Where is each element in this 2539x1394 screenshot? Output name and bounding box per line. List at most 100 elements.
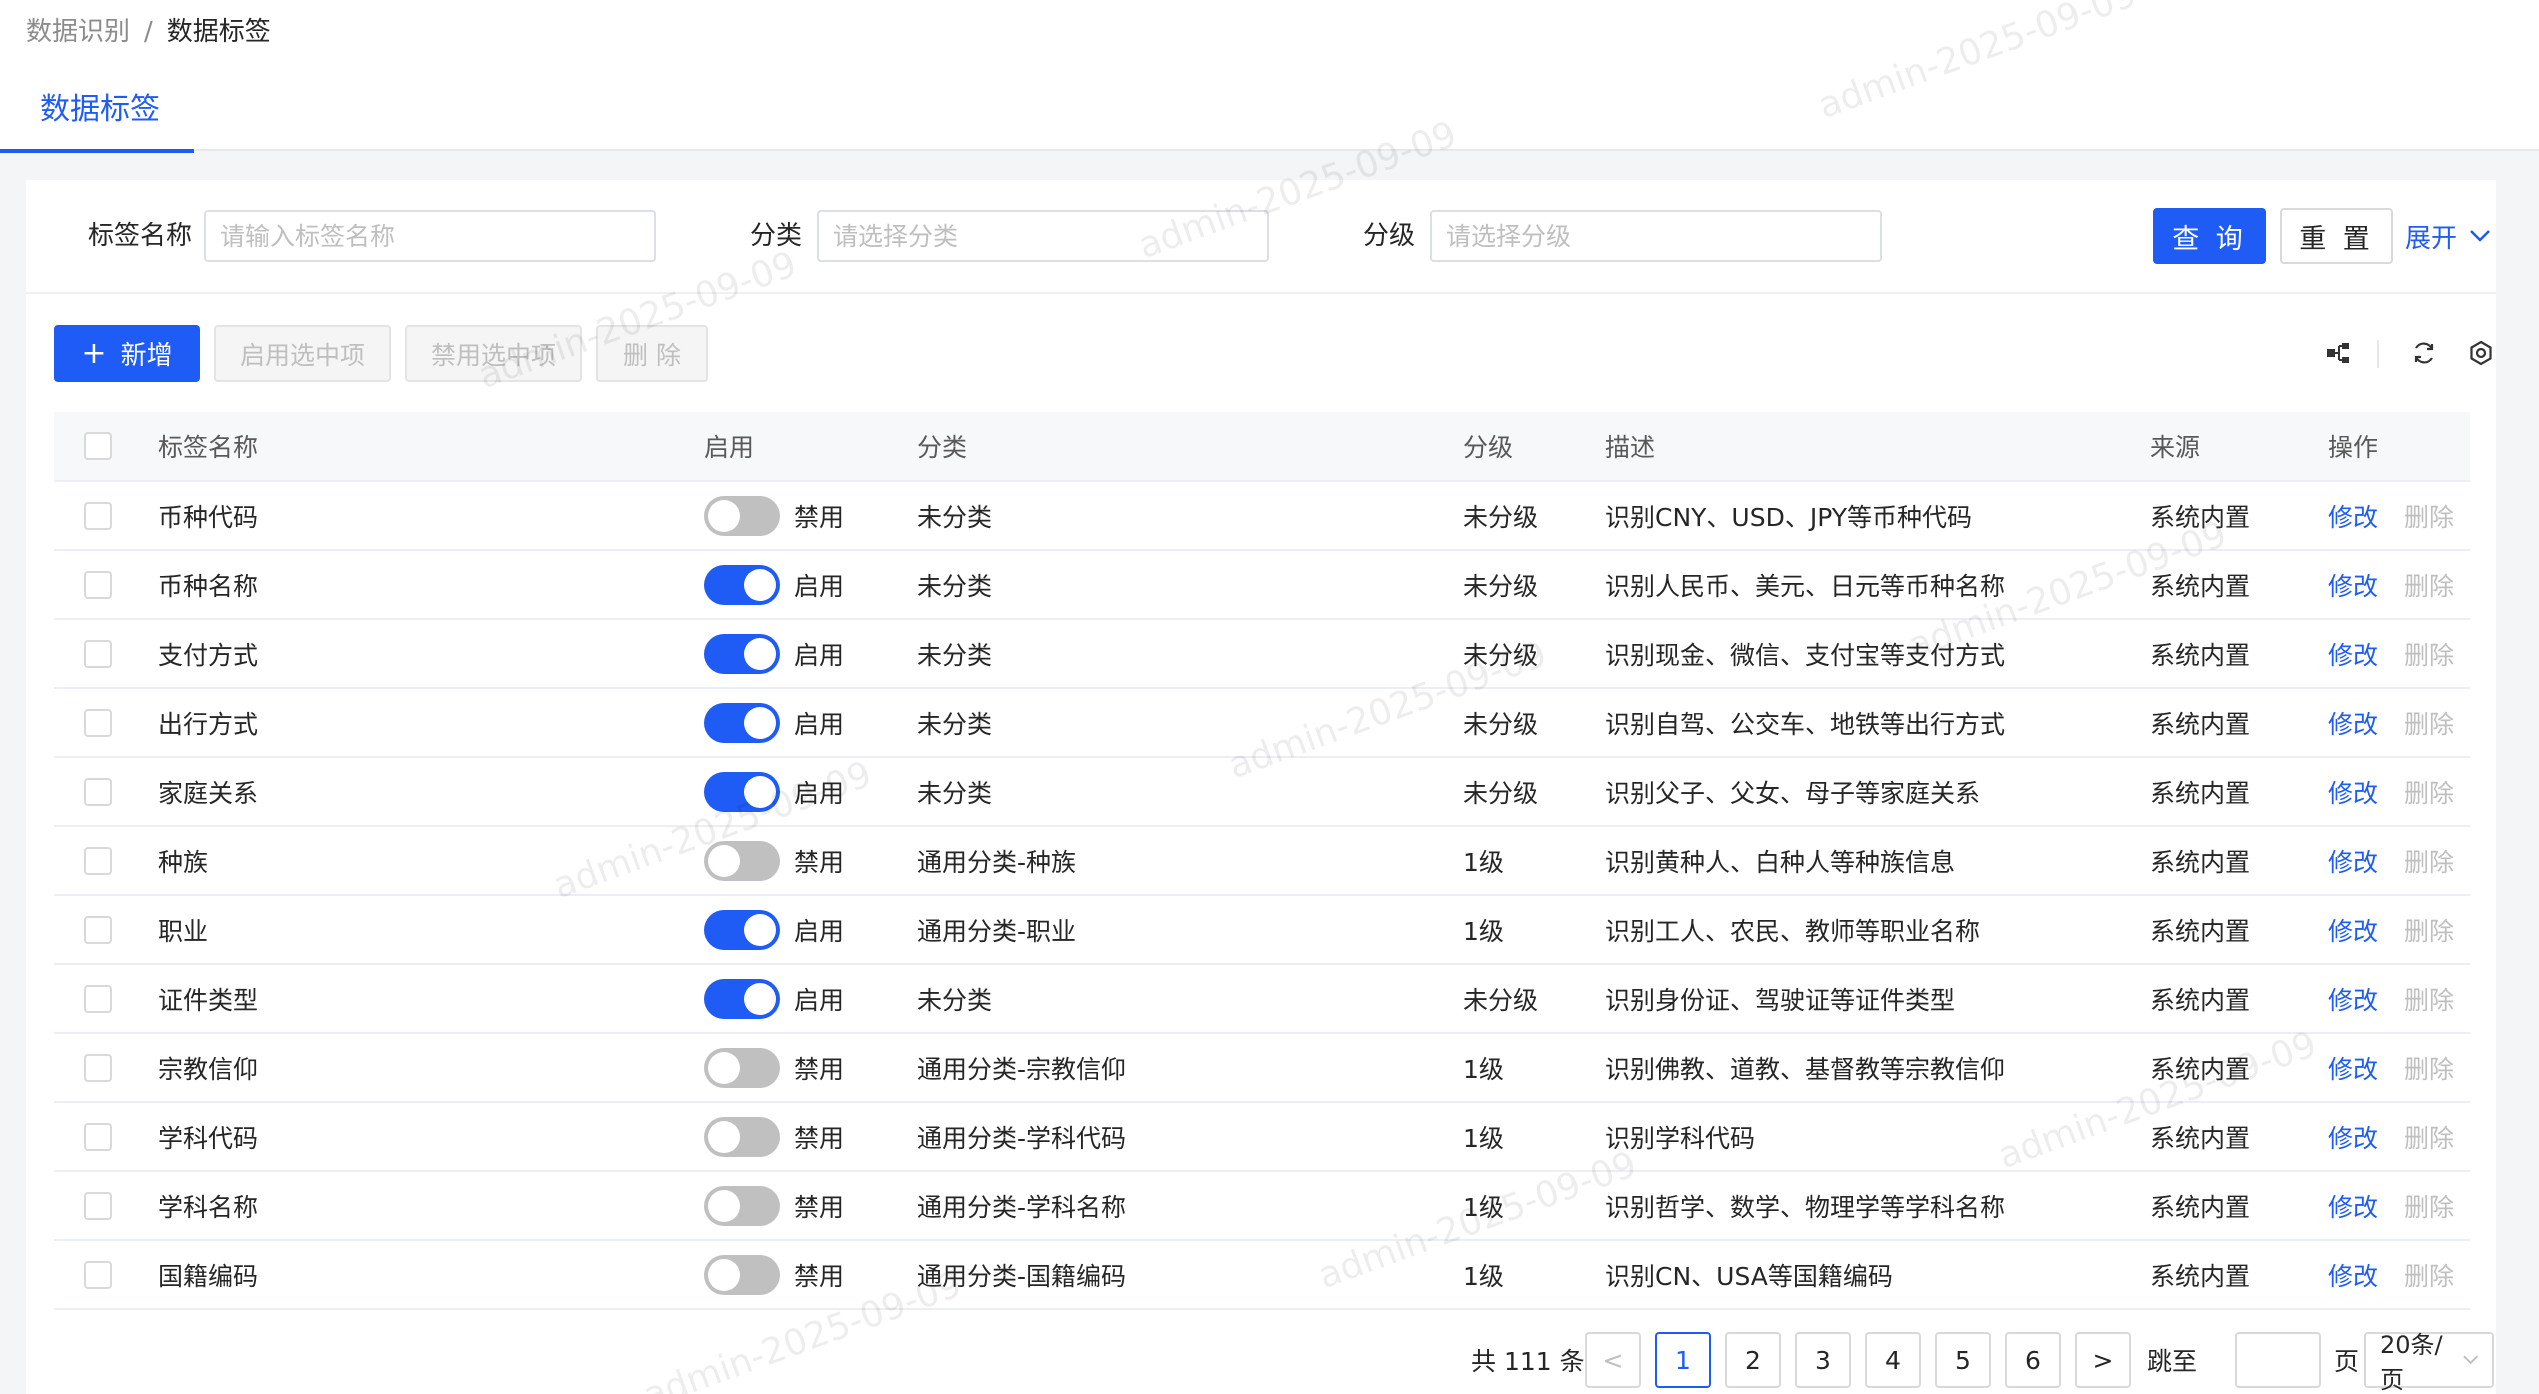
delete-link[interactable]: 删除 (2404, 912, 2454, 948)
cell-status: 禁用 (794, 847, 845, 877)
cell-source: 系统内置 (2150, 778, 2251, 808)
cell-source: 系统内置 (2150, 640, 2251, 670)
delete-link[interactable]: 删除 (2404, 567, 2454, 603)
cell-level: 1级 (1463, 1123, 1504, 1153)
edit-link[interactable]: 修改 (2328, 1119, 2378, 1155)
row-checkbox[interactable] (84, 708, 112, 737)
page-4-button[interactable]: 4 (1865, 1332, 1921, 1388)
reset-button[interactable]: 重 置 (2280, 208, 2393, 264)
edit-link[interactable]: 修改 (2328, 1050, 2378, 1086)
cell-actions: 修改 删除 (2328, 689, 2454, 756)
cell-status: 禁用 (794, 502, 845, 532)
edit-link[interactable]: 修改 (2328, 705, 2378, 741)
row-checkbox[interactable] (84, 1122, 112, 1151)
cell-category: 通用分类-学科代码 (917, 1123, 1127, 1153)
row-checkbox[interactable] (84, 777, 112, 806)
edit-link[interactable]: 修改 (2328, 912, 2378, 948)
expand-toggle[interactable]: 展开 (2405, 208, 2491, 264)
cell-level: 1级 (1463, 916, 1504, 946)
edit-link[interactable]: 修改 (2328, 567, 2378, 603)
delete-link[interactable]: 删除 (2404, 636, 2454, 672)
page-2-button[interactable]: 2 (1725, 1332, 1781, 1388)
edit-link[interactable]: 修改 (2328, 498, 2378, 534)
row-checkbox[interactable] (84, 915, 112, 944)
page-size-select[interactable]: 20条/页 (2364, 1331, 2494, 1394)
enable-switch[interactable] (704, 978, 780, 1019)
enable-switch[interactable] (704, 1047, 780, 1088)
table-row: 证件类型 启用 未分类 未分级 识别身份证、驾驶证等证件类型 系统内置 修改 删除 (54, 965, 2470, 1034)
enable-selected-button[interactable]: 启用选中项 (214, 325, 391, 382)
edit-link[interactable]: 修改 (2328, 774, 2378, 810)
delete-link[interactable]: 删除 (2404, 774, 2454, 810)
query-button[interactable]: 查 询 (2153, 208, 2266, 264)
category-select[interactable] (817, 210, 1269, 262)
delete-link[interactable]: 删除 (2404, 1050, 2454, 1086)
main-card: 标签名称 分类 分级 查 询 重 置 展开 + 新增 启用选中项 禁用选中项 删… (26, 180, 2496, 1394)
row-checkbox[interactable] (84, 984, 112, 1013)
row-checkbox[interactable] (84, 1260, 112, 1289)
delete-selected-button[interactable]: 删 除 (596, 325, 708, 382)
add-button[interactable]: + 新增 (54, 325, 200, 382)
settings-icon[interactable] (2460, 332, 2502, 374)
cell-description: 识别学科代码 (1605, 1123, 1756, 1153)
enable-switch[interactable] (704, 1254, 780, 1295)
delete-link[interactable]: 删除 (2404, 498, 2454, 534)
enable-switch[interactable] (704, 495, 780, 536)
row-checkbox[interactable] (84, 570, 112, 599)
cell-enabled: 启用 (704, 689, 844, 756)
data-labels-table: 标签名称 启用 分类 分级 描述 来源 操作 币种代码 禁用 未分类 未分级 识别CNY… (54, 412, 2470, 1310)
total-count: 共 111 条 (1471, 1347, 1585, 1376)
header-actions: 操作 (2328, 433, 2379, 462)
cell-status: 禁用 (794, 1123, 845, 1153)
tab-data-labels[interactable]: 数据标签 (0, 82, 194, 153)
row-checkbox[interactable] (84, 1191, 112, 1220)
disable-selected-button[interactable]: 禁用选中项 (405, 325, 582, 382)
enable-switch[interactable] (704, 633, 780, 674)
select-all-checkbox[interactable] (84, 432, 112, 460)
enable-switch[interactable] (704, 1185, 780, 1226)
edit-link[interactable]: 修改 (2328, 636, 2378, 672)
cell-source: 系统内置 (2150, 847, 2251, 877)
refresh-icon[interactable] (2403, 332, 2445, 374)
edit-link[interactable]: 修改 (2328, 1188, 2378, 1224)
table-row: 职业 启用 通用分类-职业 1级 识别工人、农民、教师等职业名称 系统内置 修改 删除 (54, 896, 2470, 965)
delete-link[interactable]: 删除 (2404, 705, 2454, 741)
jump-page-input[interactable] (2235, 1332, 2321, 1388)
prev-page-button[interactable]: < (1585, 1332, 1641, 1388)
plus-icon: + (81, 335, 107, 371)
cell-label-name: 家庭关系 (158, 778, 259, 808)
page-6-button[interactable]: 6 (2005, 1332, 2061, 1388)
edit-link[interactable]: 修改 (2328, 981, 2378, 1017)
row-checkbox[interactable] (84, 501, 112, 530)
breadcrumb-item-data-recognition[interactable]: 数据识别 (26, 14, 130, 50)
enable-switch[interactable] (704, 1116, 780, 1157)
cell-category: 通用分类-职业 (917, 916, 1077, 946)
tree-icon[interactable] (2317, 332, 2359, 374)
row-checkbox[interactable] (84, 639, 112, 668)
cell-enabled: 启用 (704, 551, 844, 618)
level-select[interactable] (1430, 210, 1882, 262)
page-5-button[interactable]: 5 (1935, 1332, 1991, 1388)
delete-link[interactable]: 删除 (2404, 843, 2454, 879)
header-category: 分类 (917, 433, 968, 462)
cell-level: 1级 (1463, 1192, 1504, 1222)
enable-switch[interactable] (704, 909, 780, 950)
page-3-button[interactable]: 3 (1795, 1332, 1851, 1388)
enable-switch[interactable] (704, 771, 780, 812)
row-checkbox[interactable] (84, 846, 112, 875)
cell-label-name: 证件类型 (158, 985, 259, 1015)
delete-link[interactable]: 删除 (2404, 1188, 2454, 1224)
next-page-button[interactable]: > (2075, 1332, 2131, 1388)
edit-link[interactable]: 修改 (2328, 843, 2378, 879)
edit-link[interactable]: 修改 (2328, 1257, 2378, 1293)
delete-link[interactable]: 删除 (2404, 1119, 2454, 1155)
enable-switch[interactable] (704, 840, 780, 881)
label-name-input[interactable] (204, 210, 656, 262)
delete-link[interactable]: 删除 (2404, 981, 2454, 1017)
enable-switch[interactable] (704, 564, 780, 605)
delete-link[interactable]: 删除 (2404, 1257, 2454, 1293)
page-1-button[interactable]: 1 (1655, 1332, 1711, 1388)
table-row: 支付方式 启用 未分类 未分级 识别现金、微信、支付宝等支付方式 系统内置 修改 删除 (54, 620, 2470, 689)
enable-switch[interactable] (704, 702, 780, 743)
row-checkbox[interactable] (84, 1053, 112, 1082)
